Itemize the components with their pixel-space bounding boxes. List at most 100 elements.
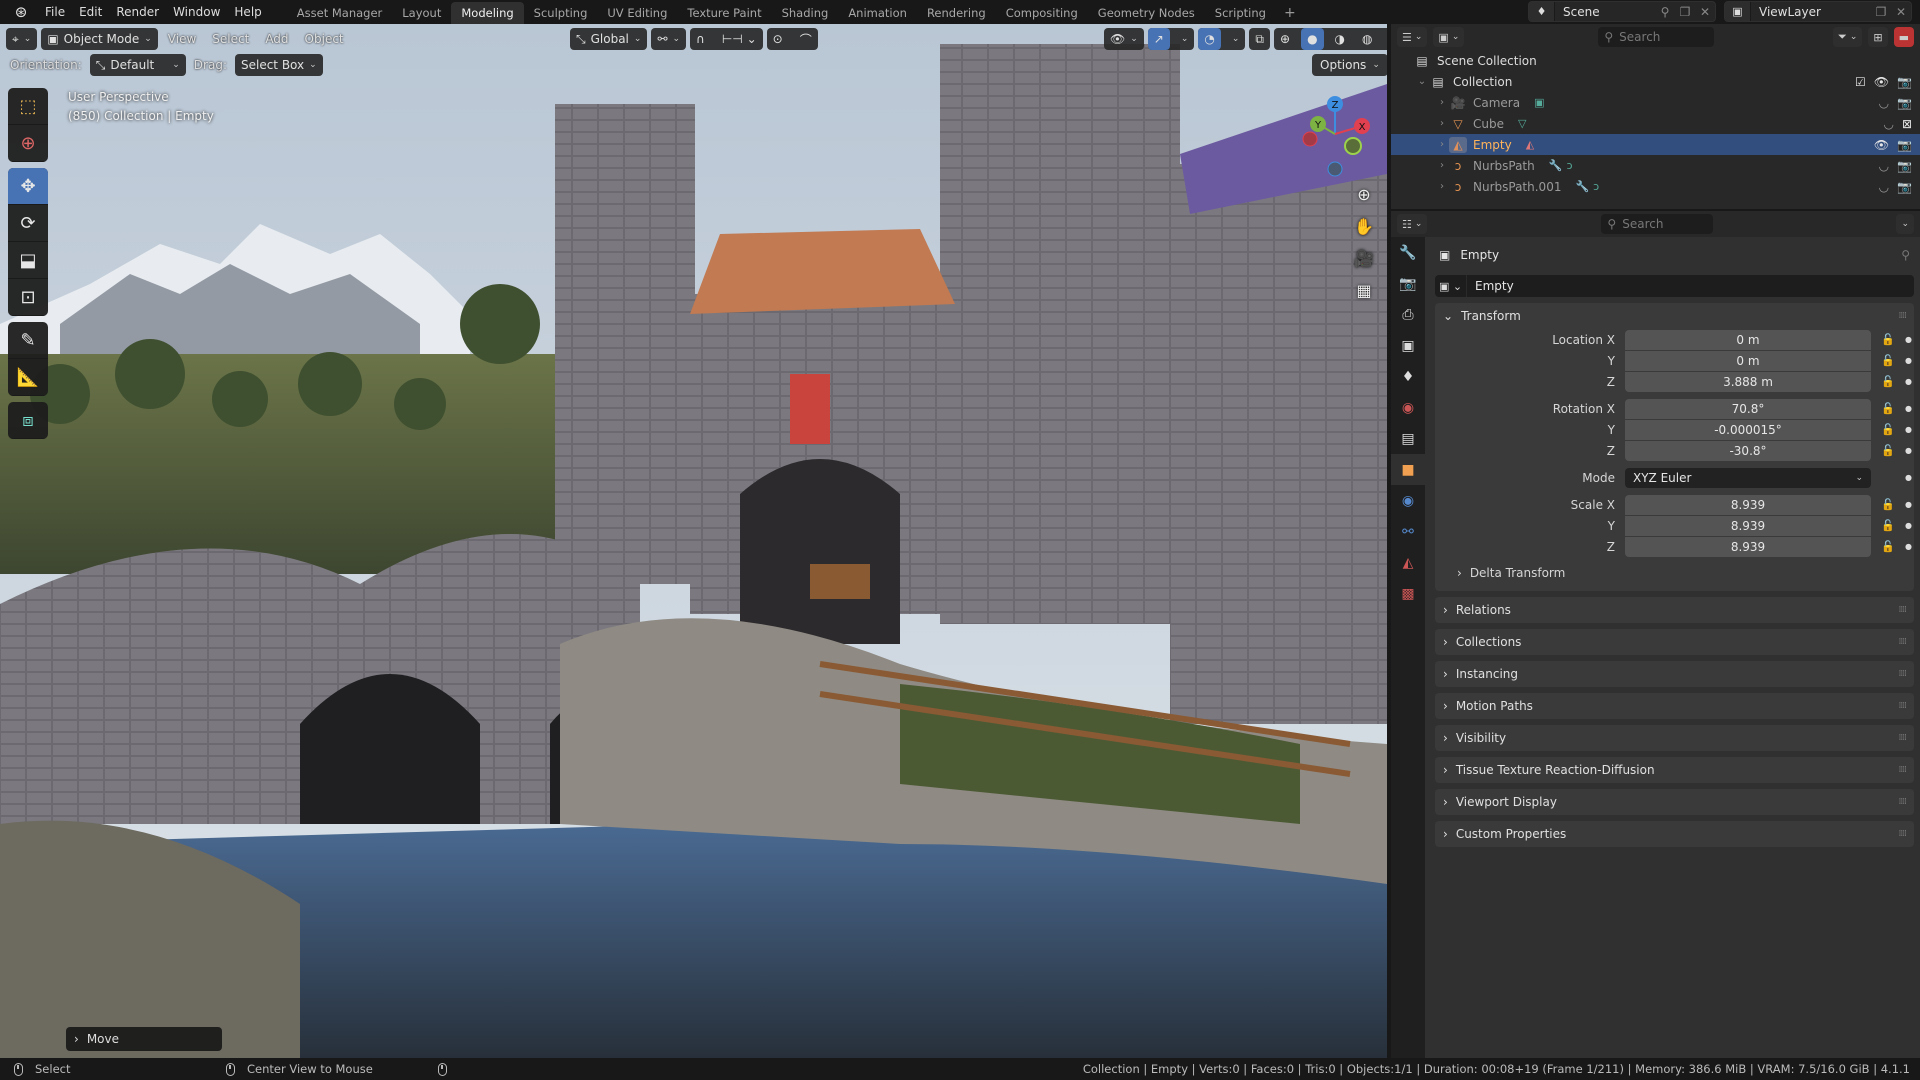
modifier-wrench-icon[interactable]: 🔧: [1549, 159, 1563, 172]
render-camera-icon[interactable]: 📷: [1897, 180, 1912, 194]
transform-panel-header[interactable]: ⌄ Transform ⁞⁞⁞⁞: [1435, 303, 1914, 329]
output-tab-icon[interactable]: ⎙: [1391, 299, 1425, 330]
scene-collection-row[interactable]: ▤ Scene Collection: [1391, 50, 1920, 71]
render-tab-icon[interactable]: 📷: [1391, 268, 1425, 299]
hidden-eye-icon[interactable]: ◡: [1879, 180, 1889, 194]
menu-select[interactable]: Select: [206, 32, 255, 46]
expand-icon[interactable]: ›: [1435, 139, 1449, 150]
snap-toggle-icon[interactable]: ∩: [690, 28, 711, 50]
expand-icon[interactable]: ›: [1435, 118, 1449, 129]
editor-type-button[interactable]: ⌖ ⌄: [6, 28, 38, 50]
filter-dropdown[interactable]: ⏷ ⌄: [1833, 27, 1863, 47]
tab-rendering[interactable]: Rendering: [917, 2, 996, 24]
keyframe-dot-icon[interactable]: ●: [1905, 356, 1912, 365]
keyframe-dot-icon[interactable]: ●: [1905, 446, 1912, 455]
tab-sculpting[interactable]: Sculpting: [524, 2, 598, 24]
drag-grip-icon[interactable]: ⁞⁞⁞⁞: [1899, 669, 1908, 679]
ortho-toggle-icon[interactable]: ▦: [1350, 276, 1378, 304]
lock-icon[interactable]: 🔓: [1881, 498, 1895, 511]
menu-file[interactable]: File: [38, 0, 72, 24]
orientation-dropdown[interactable]: ⤡ Default ⌄: [89, 54, 186, 76]
scale-z-field[interactable]: 8.939: [1625, 536, 1871, 557]
panel-collections[interactable]: › Collections ⁞⁞⁞⁞: [1435, 629, 1914, 655]
location-x-field[interactable]: 0 m: [1625, 329, 1871, 350]
cursor-tool-icon[interactable]: ⊕: [8, 125, 48, 162]
mode-dropdown[interactable]: ▣ Object Mode ⌄: [41, 28, 158, 50]
rendered-shading-icon[interactable]: ◍: [1356, 28, 1378, 50]
drag-grip-icon[interactable]: ⁞⁞⁞⁞: [1899, 765, 1908, 775]
pan-view-icon[interactable]: ✋: [1350, 212, 1378, 240]
scene-selector[interactable]: ♦ Scene ⚲ ❐ ✕: [1528, 1, 1716, 22]
overlay-toggle-icon[interactable]: ◔: [1198, 28, 1221, 50]
blender-logo-icon[interactable]: ⊛: [8, 2, 34, 22]
rotation-mode-dropdown[interactable]: XYZ Euler ⌄: [1625, 467, 1871, 488]
render-camera-icon[interactable]: 📷: [1897, 75, 1912, 89]
object-name-value[interactable]: Empty: [1467, 279, 1514, 293]
tab-texture-paint[interactable]: Texture Paint: [677, 2, 771, 24]
hidden-eye-icon[interactable]: ◡: [1883, 117, 1893, 131]
outliner-search[interactable]: ⚲ Search: [1598, 27, 1715, 47]
annotate-tool-icon[interactable]: ✎: [8, 322, 48, 359]
xray-toggle[interactable]: ⧉: [1249, 28, 1270, 50]
outliner-item-nurbspath[interactable]: › ↄ NurbsPath 🔧 ↄ ◡ 📷: [1391, 155, 1920, 176]
keyframe-dot-icon[interactable]: ●: [1905, 377, 1912, 386]
collection-row[interactable]: ⌄ ▤ Collection ☑ 👁 📷: [1391, 71, 1920, 92]
pin-icon[interactable]: ⚲: [1901, 248, 1910, 262]
mesh-data-icon[interactable]: ▽: [1518, 117, 1526, 130]
view-layer-icon[interactable]: ▣: [1725, 2, 1751, 21]
scale-x-field[interactable]: 8.939: [1625, 494, 1871, 515]
properties-options[interactable]: ⌄: [1896, 214, 1914, 234]
delete-view-layer-icon[interactable]: ✕: [1891, 5, 1911, 19]
object-type-icon[interactable]: ▣ ⌄: [1435, 275, 1467, 297]
expand-icon[interactable]: ›: [1435, 181, 1449, 192]
menu-render[interactable]: Render: [109, 0, 166, 24]
lock-icon[interactable]: 🔓: [1881, 423, 1895, 436]
navigation-gizmo[interactable]: Z Y X: [1290, 94, 1380, 194]
transform-orientation-dropdown[interactable]: ⤡ Global ⌄: [570, 28, 648, 50]
tab-scripting[interactable]: Scripting: [1205, 2, 1276, 24]
pivot-dropdown[interactable]: ⚯ ⌄: [651, 28, 687, 50]
panel-tissue-texture[interactable]: › Tissue Texture Reaction-Diffusion ⁞⁞⁞⁞: [1435, 757, 1914, 783]
menu-view[interactable]: View: [162, 32, 202, 46]
select-box-tool-icon[interactable]: ⬚: [8, 88, 48, 125]
options-dropdown[interactable]: Options ⌄: [1312, 54, 1387, 76]
drag-grip-icon[interactable]: ⁞⁞⁞⁞: [1899, 605, 1908, 615]
pin-icon[interactable]: ⚲: [1655, 5, 1675, 19]
proportional-edit-icon[interactable]: ⊙: [767, 28, 789, 50]
outliner-item-empty[interactable]: › ◭ Empty ◭ 👁 📷: [1391, 134, 1920, 155]
outliner-editor-type[interactable]: ☰ ⌄: [1397, 27, 1428, 47]
view-layer-selector[interactable]: ▣ ViewLayer ❐ ✕: [1724, 1, 1912, 22]
measure-tool-icon[interactable]: 📐: [8, 359, 48, 396]
new-scene-icon[interactable]: ❐: [1675, 5, 1695, 19]
lock-icon[interactable]: 🔓: [1881, 354, 1895, 367]
expand-icon[interactable]: ›: [1435, 97, 1449, 108]
menu-edit[interactable]: Edit: [72, 0, 109, 24]
scene-tab-icon[interactable]: ♦: [1391, 361, 1425, 392]
add-workspace-button[interactable]: +: [1276, 2, 1304, 24]
scene-icon[interactable]: ♦: [1529, 2, 1555, 21]
keyframe-dot-icon[interactable]: ●: [1905, 542, 1912, 551]
panel-viewport-display[interactable]: › Viewport Display ⁞⁞⁞⁞: [1435, 789, 1914, 815]
gizmo-toggle-icon[interactable]: ↗: [1147, 28, 1170, 50]
delete-scene-icon[interactable]: ✕: [1695, 5, 1715, 19]
visibility-eye-icon[interactable]: 👁: [1874, 138, 1889, 152]
panel-relations[interactable]: › Relations ⁞⁞⁞⁞: [1435, 597, 1914, 623]
material-shading-icon[interactable]: ◑: [1329, 28, 1351, 50]
render-disabled-icon[interactable]: ⊠: [1902, 117, 1912, 131]
properties-editor-type[interactable]: ☷ ⌄: [1397, 214, 1428, 234]
3d-viewport[interactable]: ⌖ ⌄ ▣ Object Mode ⌄ View Select Add Object …: [0, 24, 1387, 1058]
drag-grip-icon[interactable]: ⁞⁞⁞⁞: [1899, 701, 1908, 711]
lock-icon[interactable]: 🔓: [1881, 540, 1895, 553]
render-camera-icon[interactable]: 📷: [1897, 96, 1912, 110]
camera-view-icon[interactable]: 🎥: [1350, 244, 1378, 272]
rotation-y-field[interactable]: -0.000015°: [1625, 419, 1871, 440]
delete-button[interactable]: ▬: [1893, 27, 1914, 47]
scale-tool-icon[interactable]: ⬓: [8, 242, 48, 279]
keyframe-dot-icon[interactable]: ●: [1905, 500, 1912, 509]
data-tab-icon[interactable]: ◭: [1391, 547, 1425, 578]
outliner-item-cube[interactable]: › ▽ Cube ▽ ◡ ⊠: [1391, 113, 1920, 134]
gizmo-dropdown[interactable]: ⌄: [1175, 28, 1195, 50]
drag-grip-icon[interactable]: ⁞⁞⁞⁞: [1899, 311, 1908, 321]
curve-data-icon[interactable]: ↄ: [1593, 180, 1599, 193]
overlay-dropdown[interactable]: ⌄: [1226, 28, 1246, 50]
